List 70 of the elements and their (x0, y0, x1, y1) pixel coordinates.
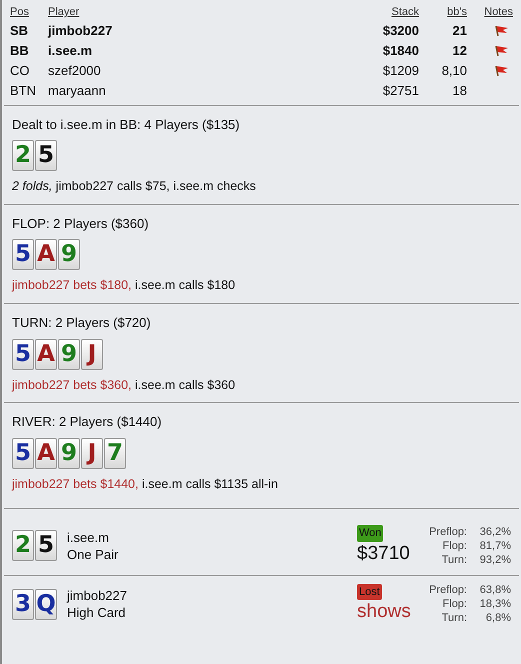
playing-card: 7 (104, 438, 126, 469)
flag-icon[interactable] (495, 44, 509, 56)
equity-value: 18,3% (478, 597, 511, 611)
equity-value: 93,2% (478, 552, 511, 566)
playing-card: 5 (12, 239, 34, 270)
hand-rank: One Pair (67, 546, 120, 562)
equity-label: Flop: (442, 538, 467, 552)
equity-value: 63,8% (478, 583, 511, 597)
playing-card: Q (35, 588, 57, 620)
table-cell-text: CO (10, 62, 30, 80)
equity-label: Flop: (442, 597, 467, 611)
action-line: jimbob227 bets $1440, i.see.m calls $1135 all-in (12, 476, 279, 493)
amount: $3710 (357, 542, 410, 566)
playing-card: 3 (12, 588, 34, 620)
equity-label: Turn: (440, 611, 467, 625)
table-cell-text: $2751 (382, 82, 419, 100)
table-cell-text: BTN (10, 82, 37, 100)
action-line: jimbob227 bets $180, i.see.m calls $180 (12, 277, 236, 294)
action-line: 2 folds, jimbob227 calls $75, i.see.m checks (12, 178, 257, 195)
playing-card: J (81, 338, 103, 370)
playing-card: 9 (58, 438, 80, 469)
playing-card: 5 (35, 530, 57, 561)
player-name: i.see.m (67, 528, 110, 546)
equity-value: 81,7% (478, 538, 511, 552)
playing-card: 5 (35, 140, 57, 171)
playing-card: 5 (12, 438, 34, 469)
table-cell-text: $3200 (382, 22, 419, 40)
table-cell-text: $1840 (382, 42, 419, 60)
playing-card: J (81, 438, 103, 469)
table-cell-text: 18 (452, 82, 467, 100)
result-badge: Lost (357, 584, 382, 600)
table-cell-text: i.see.m (48, 42, 94, 60)
hand-rank: High Card (67, 604, 127, 621)
playing-card: 9 (58, 338, 80, 370)
table-cell-text: 21 (452, 22, 467, 40)
action-line: jimbob227 bets $360, i.see.m calls $360 (12, 376, 236, 394)
flag-icon[interactable] (495, 64, 509, 76)
column-header[interactable]: Notes (467, 4, 513, 20)
column-header[interactable]: bb's (419, 4, 467, 20)
flag-icon[interactable] (495, 24, 509, 36)
equity-value: 36,2% (478, 524, 511, 538)
table-cell-text: jimbob227 (48, 22, 114, 40)
player-name: jimbob227 (67, 587, 128, 604)
street-title: FLOP: 2 Players ($360) (12, 214, 150, 233)
playing-card: A (35, 338, 57, 370)
amount: shows (357, 600, 411, 624)
equity-label: Preflop: (428, 524, 467, 538)
playing-card: 2 (12, 530, 34, 561)
playing-card: A (35, 438, 57, 469)
result-badge: Won (357, 525, 384, 542)
equity-value: 6,8% (484, 611, 511, 625)
table-cell-text: 8,10 (440, 62, 467, 80)
column-header[interactable]: Player (48, 4, 349, 20)
table-cell-text: $1209 (382, 62, 419, 80)
playing-card: A (35, 239, 57, 270)
playing-card: 5 (12, 338, 34, 370)
table-cell-text: maryaann (48, 82, 107, 100)
playing-card: 9 (58, 239, 80, 270)
table-cell-text: SB (10, 22, 30, 40)
table-cell-text: BB (10, 42, 30, 60)
street-title: RIVER: 2 Players ($1440) (12, 413, 163, 432)
street-title: Dealt to i.see.m in BB: 4 Players ($135) (12, 116, 241, 134)
column-header[interactable]: Stack (349, 4, 419, 20)
column-header[interactable]: Pos (10, 4, 48, 20)
equity-label: Turn: (440, 552, 467, 566)
table-cell-text: szef2000 (48, 62, 102, 80)
street-title: TURN: 2 Players ($720) (12, 314, 152, 332)
playing-card: 2 (12, 140, 34, 171)
table-cell-text: 12 (452, 42, 467, 60)
equity-label: Preflop: (428, 583, 467, 597)
